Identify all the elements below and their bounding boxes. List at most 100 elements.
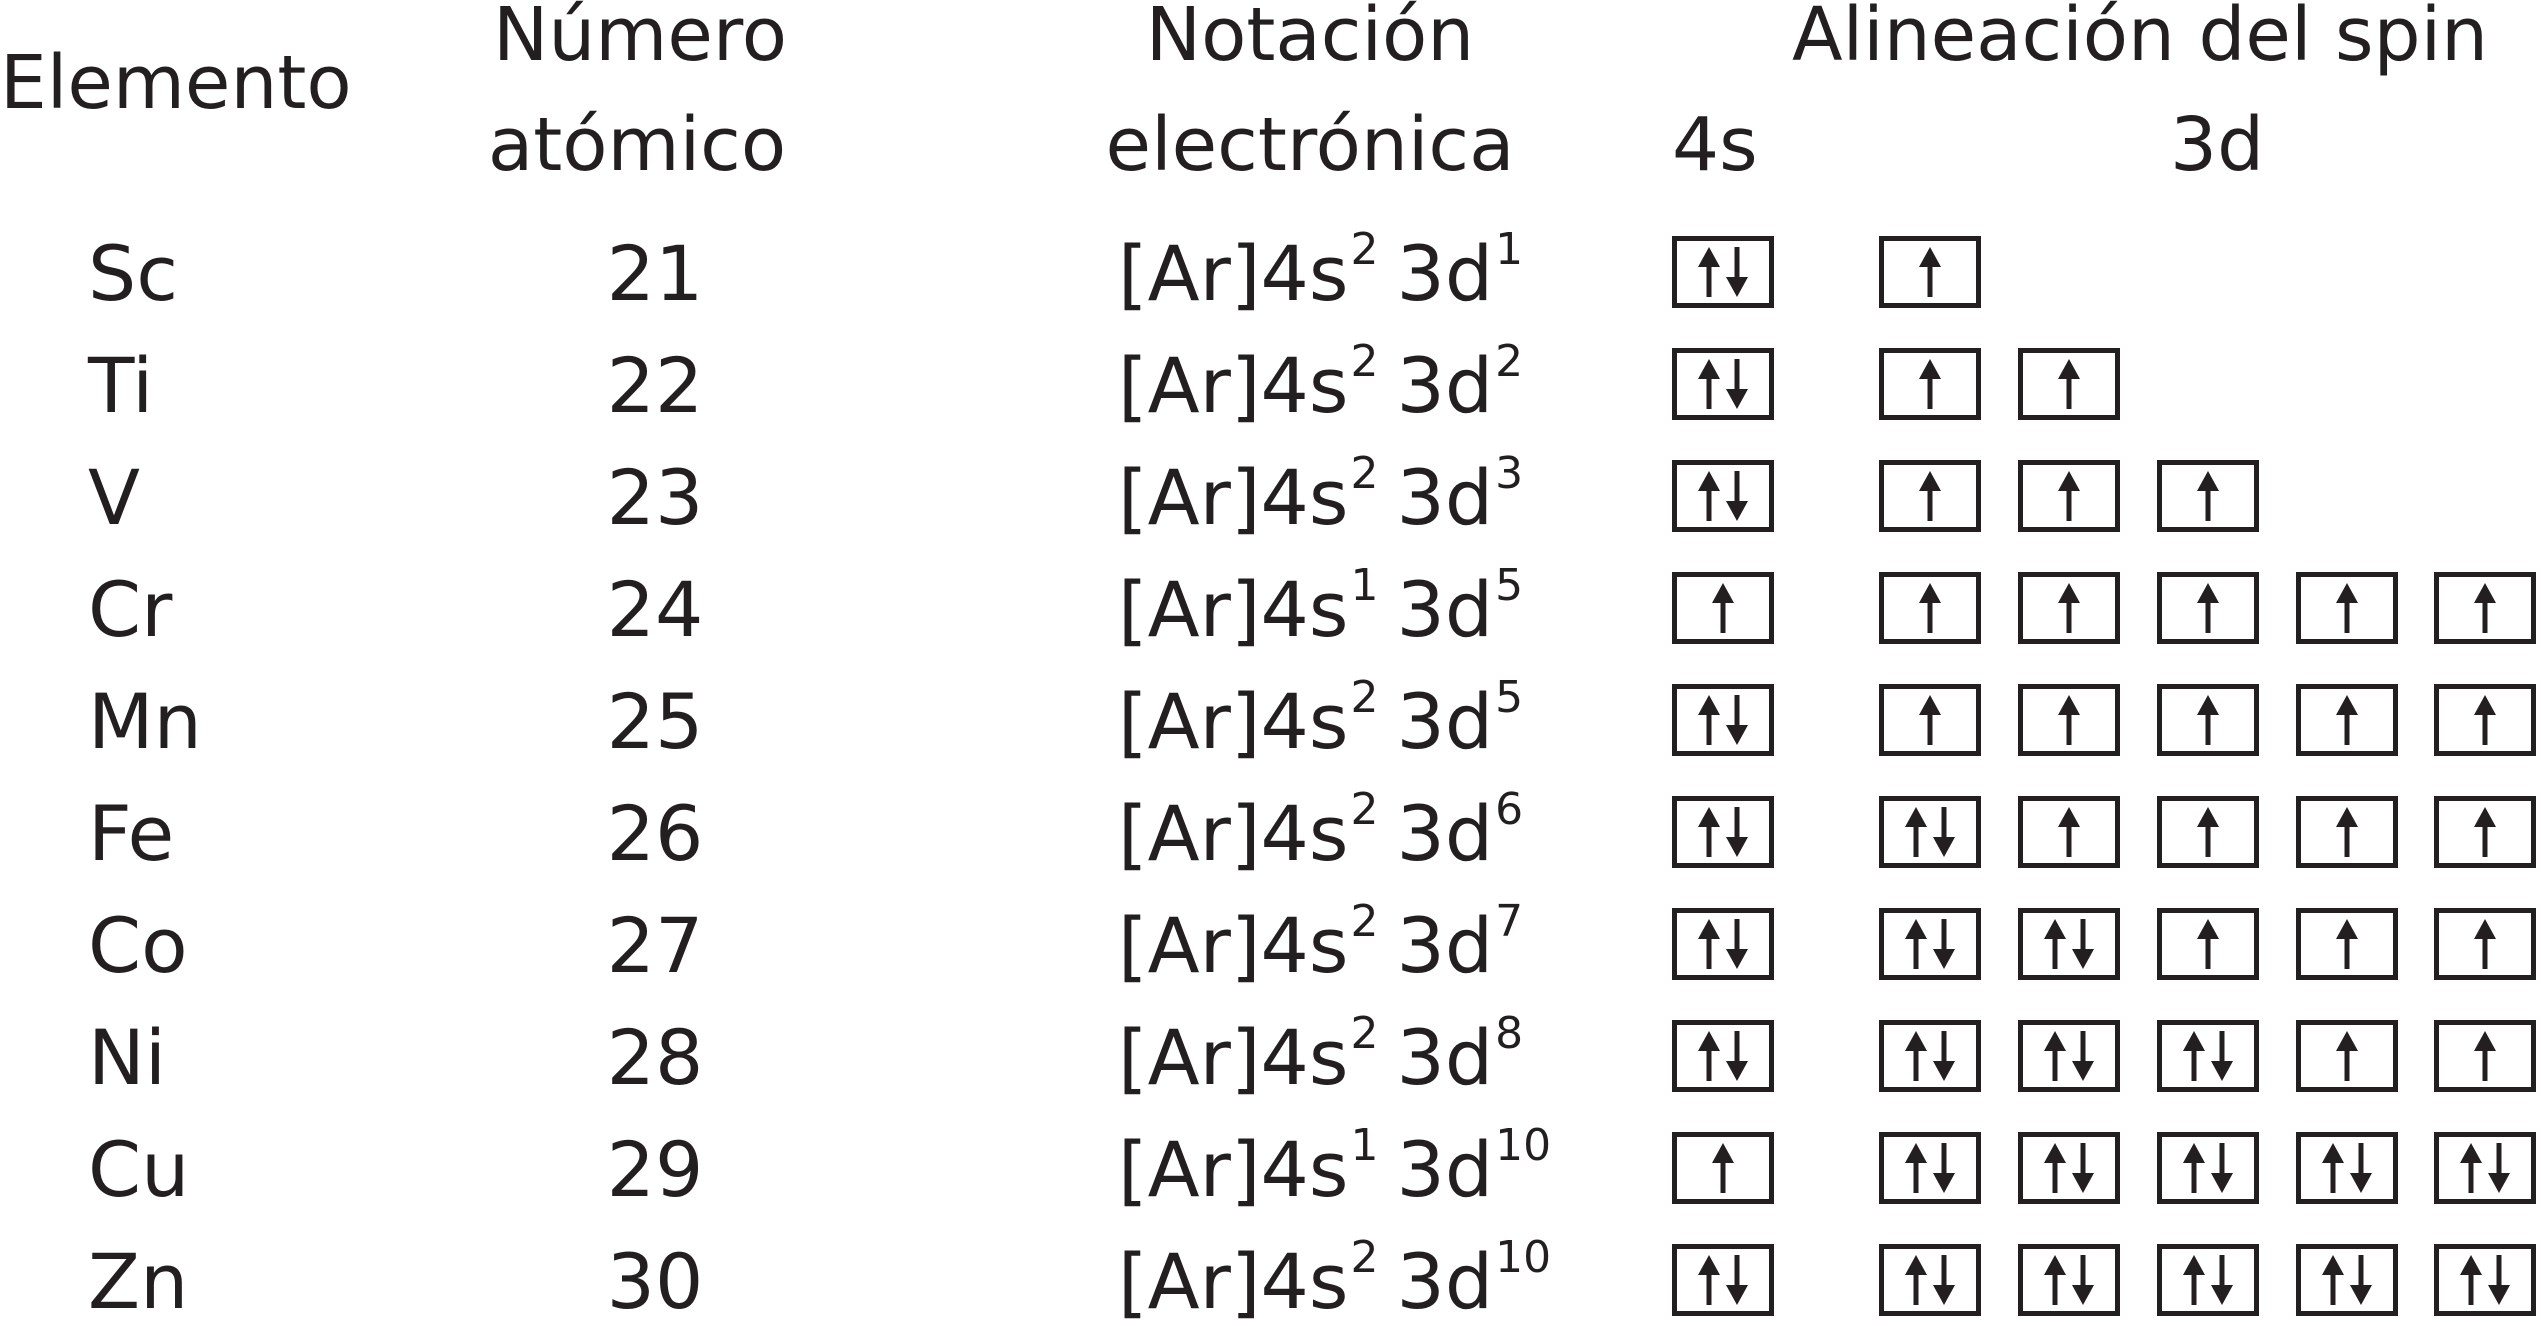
spin-up-arrow-icon <box>1905 807 1927 857</box>
notation-3d-exponent: 5 <box>1495 672 1524 723</box>
electron-notation: [Ar]4s2 3d8 <box>1118 1012 1523 1096</box>
spin-up-arrow-icon <box>1698 1031 1720 1081</box>
orbital-4s-box <box>1672 684 1774 756</box>
notation-3d: 3d <box>1396 677 1494 766</box>
spin-down-arrow-icon <box>1726 919 1748 969</box>
spin-up-arrow-icon <box>2460 1255 2482 1305</box>
notation-base: [Ar]4s <box>1118 453 1349 542</box>
orbital-3d-box <box>2157 908 2259 980</box>
spin-up-arrow-icon <box>2183 1031 2205 1081</box>
spin-up-arrow-icon <box>1905 1031 1927 1081</box>
electron-notation: [Ar]4s2 3d1 <box>1118 228 1523 312</box>
orbital-3d-box <box>1879 460 1981 532</box>
spin-up-arrow-icon <box>1919 359 1941 409</box>
spin-up-arrow-icon <box>1712 583 1734 633</box>
notation-3d-exponent: 1 <box>1495 224 1524 275</box>
atomic-number: 28 <box>606 1013 704 1102</box>
notation-base: [Ar]4s <box>1118 565 1349 654</box>
notation-3d-exponent: 7 <box>1495 896 1524 947</box>
orbital-4s-box <box>1672 572 1774 644</box>
notation-3d-exponent: 8 <box>1495 1008 1524 1059</box>
spin-down-arrow-icon <box>2072 1143 2094 1193</box>
orbital-3d-box <box>2434 908 2536 980</box>
orbital-3d-box <box>2018 684 2120 756</box>
spin-down-arrow-icon <box>1933 807 1955 857</box>
atomic-number: 29 <box>606 1125 704 1214</box>
orbital-3d-box <box>2018 796 2120 868</box>
orbital-3d-box <box>2296 796 2398 868</box>
element-symbol: Ti <box>88 341 154 430</box>
orbital-4s-box <box>1672 348 1774 420</box>
spin-up-arrow-icon <box>2044 1031 2066 1081</box>
orbital-3d-box <box>2434 796 2536 868</box>
spin-up-arrow-icon <box>1919 471 1941 521</box>
spin-down-arrow-icon <box>2211 1031 2233 1081</box>
orbital-4s-box <box>1672 796 1774 868</box>
notation-base: [Ar]4s <box>1118 901 1349 990</box>
spin-up-arrow-icon <box>2322 1255 2344 1305</box>
notation-3d-exponent: 10 <box>1495 1232 1552 1283</box>
spin-up-arrow-icon <box>1698 695 1720 745</box>
orbital-3d-box <box>2157 1244 2259 1316</box>
notation-base: [Ar]4s <box>1118 229 1349 318</box>
notation-3d-exponent: 6 <box>1495 784 1524 835</box>
atomic-number: 26 <box>606 789 704 878</box>
spin-down-arrow-icon <box>1726 359 1748 409</box>
orbital-4s-box <box>1672 1132 1774 1204</box>
spin-up-arrow-icon <box>2460 1143 2482 1193</box>
element-symbol: Cr <box>88 565 173 654</box>
notation-4s-exponent: 1 <box>1350 1120 1379 1171</box>
electron-notation: [Ar]4s2 3d7 <box>1118 900 1523 984</box>
spin-up-arrow-icon <box>2336 1031 2358 1081</box>
orbital-3d-box <box>1879 1244 1981 1316</box>
spin-down-arrow-icon <box>1726 695 1748 745</box>
orbital-3d-box <box>2018 348 2120 420</box>
spin-up-arrow-icon <box>1698 1255 1720 1305</box>
spin-down-arrow-icon <box>2211 1143 2233 1193</box>
spin-up-arrow-icon <box>1905 1143 1927 1193</box>
spin-up-arrow-icon <box>1698 807 1720 857</box>
orbital-4s-box <box>1672 1244 1774 1316</box>
header-notation-line1: Notación <box>1145 0 1475 78</box>
spin-up-arrow-icon <box>2044 1255 2066 1305</box>
notation-3d-exponent: 10 <box>1495 1120 1552 1171</box>
atomic-number: 22 <box>606 341 704 430</box>
header-element: Elemento <box>0 40 352 126</box>
spin-up-arrow-icon <box>2474 807 2496 857</box>
orbital-3d-box <box>2157 1132 2259 1204</box>
spin-up-arrow-icon <box>2197 919 2219 969</box>
orbital-3d-box <box>2296 908 2398 980</box>
notation-3d: 3d <box>1396 1237 1494 1326</box>
notation-4s-exponent: 2 <box>1350 672 1379 723</box>
spin-down-arrow-icon <box>2211 1255 2233 1305</box>
orbital-3d-box <box>1879 908 1981 980</box>
orbital-4s-box <box>1672 1020 1774 1092</box>
spin-up-arrow-icon <box>2044 919 2066 969</box>
notation-3d: 3d <box>1396 1013 1494 1102</box>
spin-up-arrow-icon <box>2336 807 2358 857</box>
spin-up-arrow-icon <box>2058 807 2080 857</box>
notation-base: [Ar]4s <box>1118 341 1349 430</box>
spin-up-arrow-icon <box>2058 695 2080 745</box>
electron-notation: [Ar]4s1 3d10 <box>1118 1124 1551 1208</box>
orbital-3d-box <box>2018 1020 2120 1092</box>
orbital-3d-box <box>2434 572 2536 644</box>
orbital-3d-box <box>2157 572 2259 644</box>
header-spin-alignment: Alineación del spin <box>1792 0 2489 78</box>
spin-down-arrow-icon <box>1726 807 1748 857</box>
spin-up-arrow-icon <box>2197 583 2219 633</box>
atomic-number: 27 <box>606 901 704 990</box>
orbital-3d-box <box>2434 684 2536 756</box>
header-subshell-3d: 3d <box>2170 102 2265 188</box>
atomic-number: 24 <box>606 565 704 654</box>
spin-up-arrow-icon <box>1698 919 1720 969</box>
element-symbol: Mn <box>88 677 202 766</box>
spin-down-arrow-icon <box>1933 1031 1955 1081</box>
electron-notation: [Ar]4s2 3d2 <box>1118 340 1523 424</box>
spin-up-arrow-icon <box>1698 359 1720 409</box>
notation-4s-exponent: 2 <box>1350 896 1379 947</box>
electron-configuration-table: Elemento Número atómico Notación electró… <box>0 0 2541 1325</box>
orbital-3d-box <box>2434 1244 2536 1316</box>
spin-up-arrow-icon <box>2058 471 2080 521</box>
spin-up-arrow-icon <box>1919 247 1941 297</box>
